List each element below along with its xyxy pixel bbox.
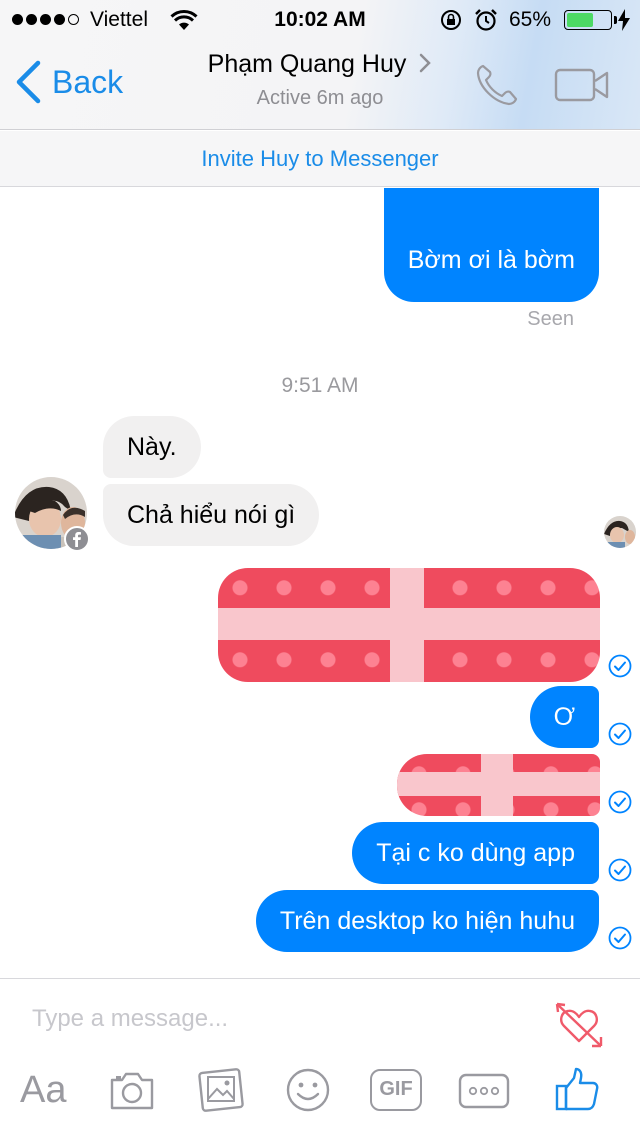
alarm-clock-icon (475, 9, 497, 31)
delivered-check-icon (608, 858, 632, 882)
chevron-left-icon (16, 60, 41, 104)
more-options-icon[interactable] (458, 1073, 510, 1109)
photo-gallery-icon[interactable] (197, 1067, 245, 1113)
delivered-check-icon (608, 790, 632, 814)
charging-bolt-icon (618, 9, 630, 31)
outgoing-message[interactable]: Trên desktop ko hiện huhu (255, 890, 599, 952)
outgoing-message[interactable]: Ơ (529, 686, 599, 748)
status-bar: Viettel 10:02 AM 65% (0, 0, 640, 40)
back-button[interactable]: Back (14, 60, 123, 104)
incoming-message[interactable]: Này. (103, 416, 201, 478)
back-label: Back (52, 63, 124, 100)
contact-title[interactable]: Phạm Quang Huy Active 6m ago (190, 50, 450, 110)
battery-percentage: 65% (509, 8, 552, 31)
message-timestamp: 9:51 AM (281, 374, 359, 397)
contact-name: Phạm Quang Huy (207, 50, 407, 78)
battery-icon (564, 10, 617, 30)
gif-button[interactable]: GIF (370, 1069, 422, 1111)
invite-banner[interactable]: Invite Huy to Messenger (0, 131, 640, 187)
read-receipt-avatar (604, 516, 636, 548)
delivered-check-icon (608, 722, 632, 746)
outgoing-message[interactable]: Bờm ơi là bờm (383, 188, 599, 302)
video-call-icon[interactable] (554, 68, 610, 102)
rotation-lock-icon (441, 10, 461, 30)
emoji-icon[interactable] (285, 1067, 331, 1113)
facebook-badge-icon (64, 526, 90, 552)
heart-arrow-icon[interactable] (554, 999, 604, 1049)
chevron-right-icon (420, 53, 432, 73)
contact-status: Active 6m ago (256, 87, 384, 109)
seen-indicator: Seen (527, 308, 574, 330)
gift-sticker[interactable] (218, 568, 600, 682)
delivered-check-icon (608, 654, 632, 678)
incoming-message[interactable]: Chả hiểu nói gì (103, 484, 320, 546)
message-thread[interactable]: Bờm ơi là bờm Seen 9:51 AM Này. Chả hiểu… (0, 188, 640, 978)
phone-call-icon[interactable] (474, 62, 520, 108)
message-composer: Type a message... Aa GIF (0, 978, 640, 1136)
outgoing-message[interactable]: Tại c ko dùng app (352, 822, 599, 884)
camera-icon[interactable] (108, 1067, 156, 1113)
delivered-check-icon (608, 926, 632, 950)
like-thumb-icon[interactable] (554, 1065, 600, 1113)
message-input[interactable]: Type a message... (32, 1005, 228, 1033)
gift-sticker[interactable] (397, 754, 600, 816)
text-format-button[interactable]: Aa (20, 1067, 72, 1113)
navigation-header: Viettel 10:02 AM 65% Back Phạm Quang Huy… (0, 0, 640, 130)
